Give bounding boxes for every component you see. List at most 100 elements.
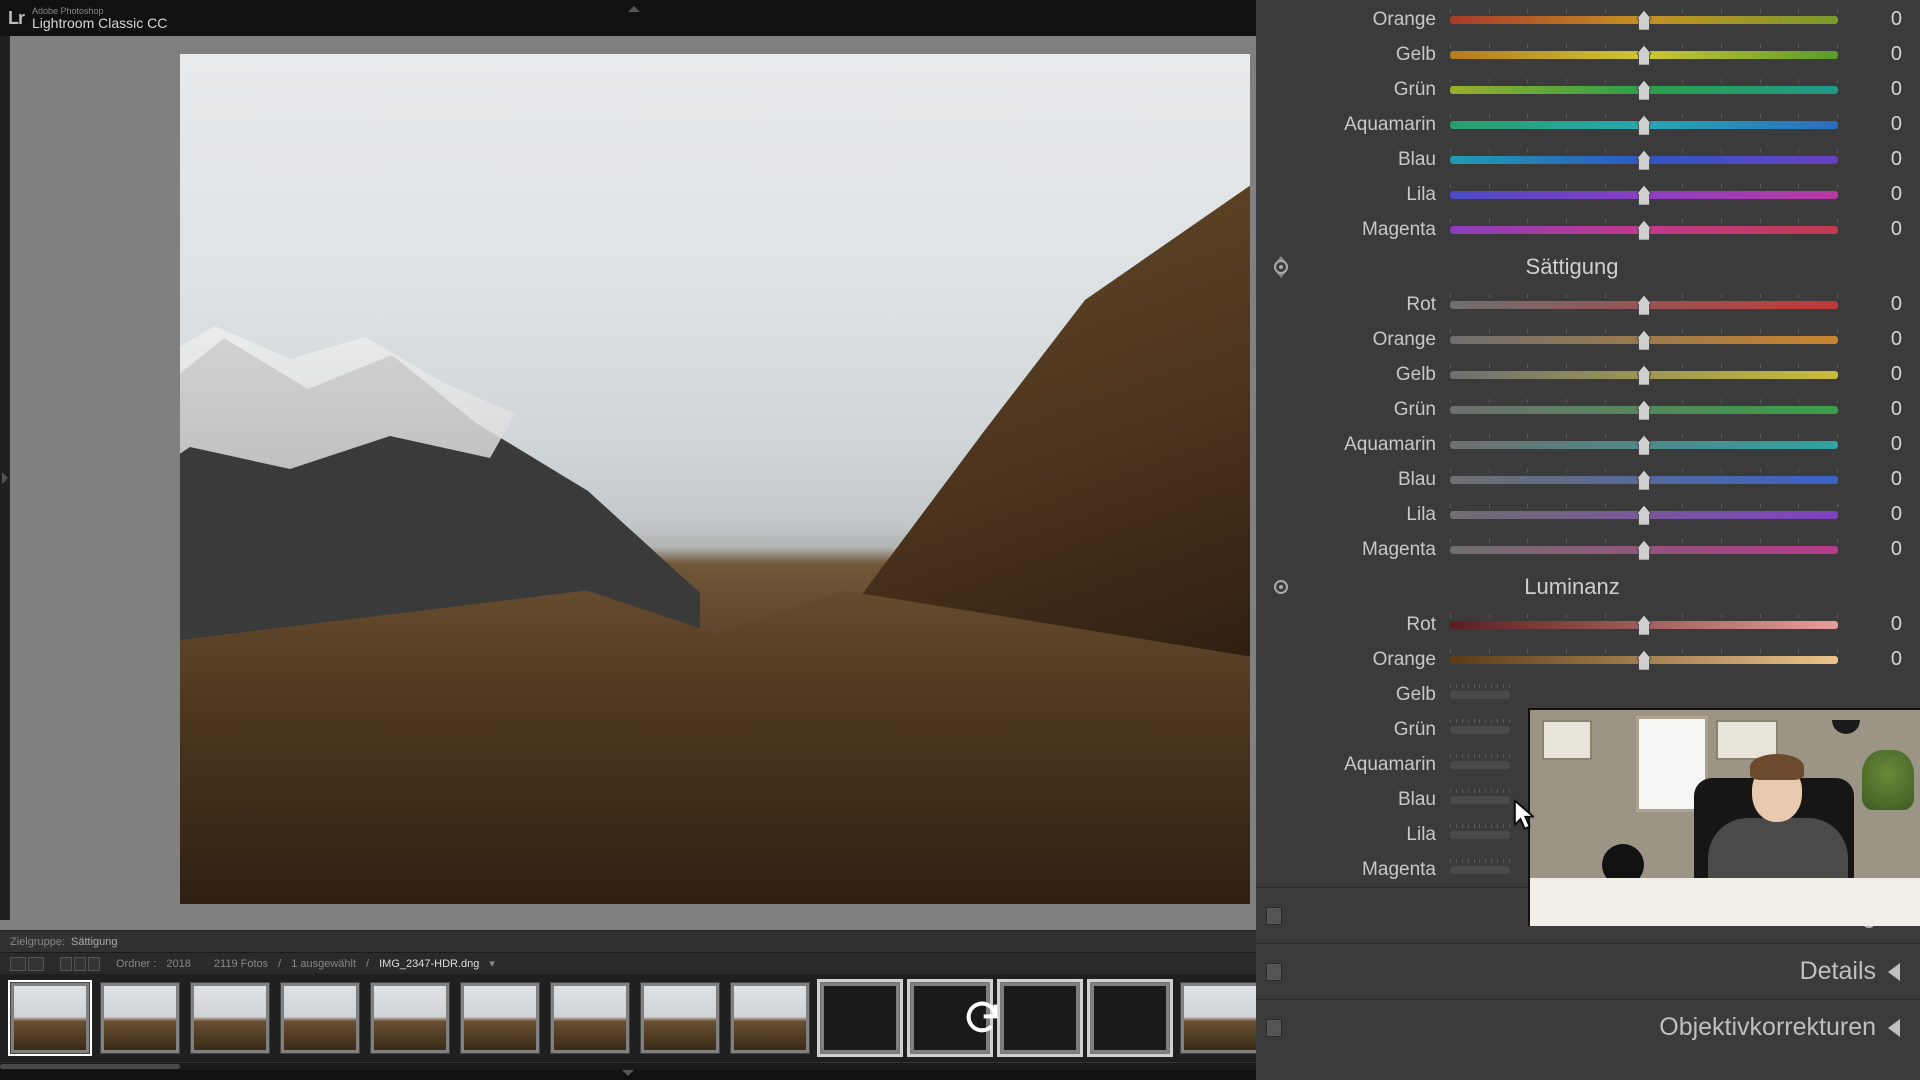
slider-value[interactable]: 0	[1852, 113, 1902, 136]
slider-track[interactable]	[1450, 546, 1838, 554]
folder-name[interactable]: 2018	[166, 958, 190, 970]
slider-label: Blau	[1256, 469, 1436, 491]
panel-switch[interactable]	[1266, 907, 1282, 925]
slider-value[interactable]: 0	[1852, 43, 1902, 66]
grid-icon[interactable]	[60, 957, 72, 971]
slider-value[interactable]: 0	[1852, 398, 1902, 421]
slider-lum-orange: Orange0	[1256, 642, 1920, 677]
slider-value[interactable]: 0	[1852, 433, 1902, 456]
panel-switch[interactable]	[1266, 1019, 1282, 1037]
slider-value[interactable]: 0	[1852, 613, 1902, 636]
slider-track[interactable]	[1450, 121, 1838, 129]
thumb-12[interactable]	[1000, 982, 1080, 1054]
thumb-4[interactable]	[280, 982, 360, 1054]
slider-value[interactable]: 0	[1852, 328, 1902, 351]
thumb-7[interactable]	[550, 982, 630, 1054]
slider-track[interactable]	[1450, 621, 1838, 629]
slider-thumb[interactable]	[1637, 650, 1652, 670]
thumb-6[interactable]	[460, 982, 540, 1054]
slider-thumb[interactable]	[1637, 615, 1652, 635]
slider-track[interactable]	[1450, 86, 1838, 94]
thumb-14[interactable]	[1180, 982, 1256, 1054]
slider-track[interactable]	[1450, 691, 1510, 699]
target-adjust-sat[interactable]	[1270, 252, 1292, 282]
target-adjust-lum[interactable]	[1270, 572, 1292, 602]
slider-thumb[interactable]	[1637, 540, 1652, 560]
slider-thumb[interactable]	[1637, 505, 1652, 525]
slider-thumb[interactable]	[1637, 150, 1652, 170]
thumb-2[interactable]	[100, 982, 180, 1054]
thumb-5[interactable]	[370, 982, 450, 1054]
collapse-icon[interactable]	[1888, 963, 1900, 981]
slider-thumb[interactable]	[1637, 185, 1652, 205]
panel-details[interactable]: Details	[1256, 943, 1920, 999]
thumb-10[interactable]	[820, 982, 900, 1054]
slider-value[interactable]: 0	[1852, 183, 1902, 206]
view-mode-compare[interactable]	[28, 957, 44, 971]
slider-track[interactable]	[1450, 441, 1838, 449]
slider-track[interactable]	[1450, 831, 1510, 839]
current-file[interactable]: IMG_2347-HDR.dng	[379, 958, 479, 970]
slider-thumb[interactable]	[1637, 295, 1652, 315]
replay-icon[interactable]	[960, 996, 1004, 1040]
slider-label: Gelb	[1256, 684, 1436, 706]
slider-sat-rot: Rot0	[1256, 287, 1920, 322]
slider-track[interactable]	[1450, 796, 1510, 804]
slider-track[interactable]	[1450, 371, 1838, 379]
slider-label: Orange	[1256, 329, 1436, 351]
slider-track[interactable]	[1450, 156, 1838, 164]
slider-value[interactable]: 0	[1852, 78, 1902, 101]
slider-track[interactable]	[1450, 761, 1510, 769]
thumb-13[interactable]	[1090, 982, 1170, 1054]
slider-value[interactable]: 0	[1852, 503, 1902, 526]
slider-thumb[interactable]	[1637, 45, 1652, 65]
thumb-9[interactable]	[730, 982, 810, 1054]
view-mode-single[interactable]	[10, 957, 26, 971]
slider-value[interactable]: 0	[1852, 148, 1902, 171]
file-menu-icon[interactable]: ▾	[489, 957, 495, 970]
slider-track[interactable]	[1450, 511, 1838, 519]
slider-thumb[interactable]	[1637, 435, 1652, 455]
filmstrip[interactable]	[0, 974, 1256, 1062]
slider-track[interactable]	[1450, 726, 1510, 734]
slider-thumb[interactable]	[1637, 10, 1652, 30]
target-group-label: Zielgruppe:	[10, 936, 65, 948]
expand-top-icon[interactable]	[628, 6, 640, 12]
slider-track[interactable]	[1450, 866, 1510, 874]
slider-value[interactable]: 0	[1852, 648, 1902, 671]
slider-track[interactable]	[1450, 51, 1838, 59]
filmstrip-scrollbar[interactable]	[0, 1062, 1256, 1070]
slider-track[interactable]	[1450, 301, 1838, 309]
expand-bottom-icon[interactable]	[0, 1070, 1256, 1080]
thumb-8[interactable]	[640, 982, 720, 1054]
photo-viewer[interactable]	[0, 36, 1256, 930]
slider-value[interactable]: 0	[1852, 538, 1902, 561]
slider-value[interactable]: 0	[1852, 8, 1902, 31]
slider-value[interactable]: 0	[1852, 363, 1902, 386]
slider-track[interactable]	[1450, 16, 1838, 24]
slider-thumb[interactable]	[1637, 220, 1652, 240]
thumb-3[interactable]	[190, 982, 270, 1054]
slider-track[interactable]	[1450, 191, 1838, 199]
slider-value[interactable]: 0	[1852, 293, 1902, 316]
slider-thumb[interactable]	[1637, 115, 1652, 135]
slider-track[interactable]	[1450, 406, 1838, 414]
slider-thumb[interactable]	[1637, 400, 1652, 420]
slider-track[interactable]	[1450, 656, 1838, 664]
slider-track[interactable]	[1450, 336, 1838, 344]
slider-track[interactable]	[1450, 476, 1838, 484]
slider-value[interactable]: 0	[1852, 218, 1902, 241]
slider-thumb[interactable]	[1637, 330, 1652, 350]
collapse-icon[interactable]	[1888, 1019, 1900, 1037]
panel-objektivkorrekturen[interactable]: Objektivkorrekturen	[1256, 999, 1920, 1055]
slider-value[interactable]: 0	[1852, 468, 1902, 491]
panel-switch[interactable]	[1266, 963, 1282, 981]
thumb-1[interactable]	[10, 982, 90, 1054]
slider-thumb[interactable]	[1637, 470, 1652, 490]
slider-thumb[interactable]	[1637, 80, 1652, 100]
left-rail-expand[interactable]	[0, 36, 10, 920]
slider-track[interactable]	[1450, 226, 1838, 234]
filter-icon[interactable]	[88, 957, 100, 971]
slider-thumb[interactable]	[1637, 365, 1652, 385]
sort-icon[interactable]	[74, 957, 86, 971]
